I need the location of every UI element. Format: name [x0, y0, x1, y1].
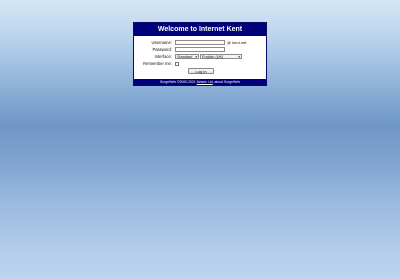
password-label: Password: [152, 47, 172, 52]
copyright-text: SurgeWeb ©2000-2021 [160, 80, 196, 84]
interface-row: Interface: Standard ▾ English (UK) ▾ [134, 54, 266, 61]
remember-label: Remember me: [143, 61, 172, 66]
password-row: Password: [134, 47, 266, 54]
remember-row: Remember me: [134, 61, 266, 68]
interface-select-value: Standard [177, 55, 193, 59]
chevron-down-icon: ▾ [195, 55, 197, 59]
username-input[interactable] [175, 40, 225, 45]
login-title: Welcome to Internet Kent [134, 23, 266, 36]
language-select-value: English (UK) [202, 55, 224, 59]
login-button[interactable]: Log in [188, 68, 214, 74]
language-select[interactable]: English (UK) ▾ [200, 54, 242, 59]
chevron-down-icon: ▾ [238, 55, 240, 59]
login-form: Username: @ kent.net Password: Interface… [134, 36, 266, 78]
username-label: Username: [151, 40, 172, 45]
about-link[interactable]: about SurgeWeb [215, 80, 240, 84]
remember-checkbox[interactable] [175, 61, 179, 66]
password-input[interactable] [175, 47, 225, 52]
username-row: Username: @ kent.net [134, 40, 266, 47]
domain-suffix: @ kent.net [227, 40, 247, 45]
login-panel: Welcome to Internet Kent Username: @ ken… [133, 22, 267, 86]
interface-select[interactable]: Standard ▾ [175, 54, 199, 59]
login-footer: SurgeWeb ©2000-2021 Netwin Ltd, about Su… [134, 79, 266, 85]
interface-label: Interface: [154, 54, 172, 59]
company-link[interactable]: Netwin Ltd [197, 80, 213, 84]
